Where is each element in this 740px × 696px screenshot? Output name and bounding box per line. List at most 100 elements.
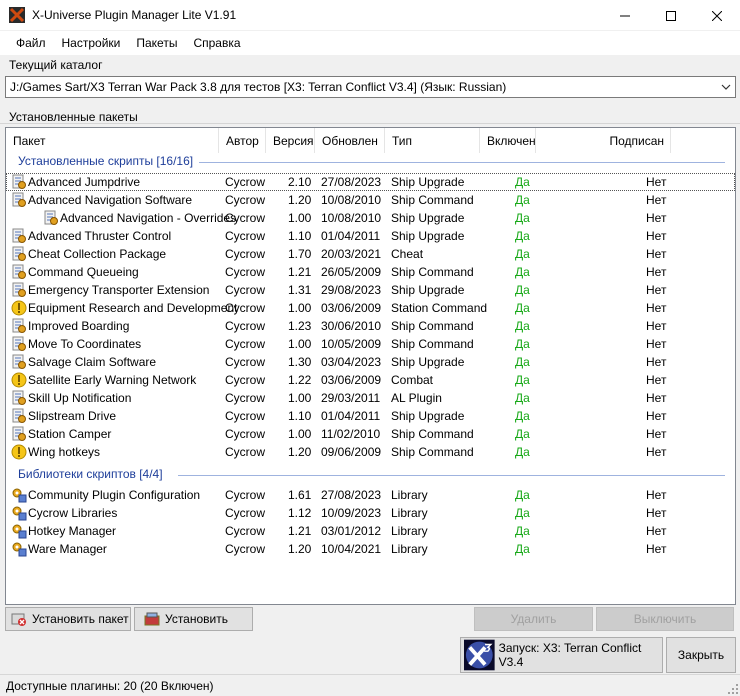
- package-version: 1.00: [288, 337, 312, 351]
- remove-button[interactable]: Удалить: [474, 607, 593, 631]
- package-updated: 10/05/2009: [321, 337, 382, 351]
- menu-file[interactable]: Файл: [8, 36, 54, 50]
- package-name: Wing hotkeys: [28, 445, 101, 459]
- column-header-author[interactable]: Автор: [219, 128, 266, 153]
- remove-label: Удалить: [510, 612, 557, 626]
- status-text: Доступные плагины: 20 (20 Включен): [6, 678, 214, 693]
- group-header[interactable]: Библиотеки скриптов [4/4]: [18, 467, 163, 481]
- resize-grip-icon[interactable]: [728, 684, 738, 694]
- list-item[interactable]: Wing hotkeys Cycrow 1.20 09/06/2009 Ship Com…: [6, 443, 735, 461]
- package-type: Library: [391, 542, 428, 556]
- column-header-package[interactable]: Пакет: [6, 128, 219, 153]
- column-header-version[interactable]: Версия: [266, 128, 315, 153]
- package-updated: 10/09/2023: [321, 506, 382, 520]
- package-list[interactable]: Пакет Автор Версия Обновлен Тип Включен …: [5, 127, 736, 605]
- package-enabled: Да: [515, 542, 530, 556]
- list-item[interactable]: Ware Manager Cycrow 1.20 10/04/2021 Library Д…: [6, 540, 735, 558]
- package-signed: Нет: [646, 373, 667, 387]
- package-signed: Нет: [646, 542, 667, 556]
- list-item[interactable]: Skill Up Notification Cycrow 1.00 29/03/201…: [6, 389, 735, 407]
- maximize-button[interactable]: [648, 0, 694, 31]
- list-item[interactable]: Community Plugin Configuration Cycrow 1.61…: [6, 486, 735, 504]
- package-updated: 10/04/2021: [321, 542, 382, 556]
- script-icon: [44, 210, 58, 225]
- group-divider: [178, 475, 725, 476]
- package-author: Cycrow: [225, 506, 266, 520]
- list-item[interactable]: Equipment Research and Development Cycrow…: [6, 299, 735, 317]
- list-item[interactable]: Advanced Jumpdrive Cycrow 2.10 27/08/2023 Sh…: [6, 173, 735, 191]
- package-author: Cycrow: [225, 283, 266, 297]
- package-enabled: Да: [515, 488, 530, 502]
- package-enabled: Да: [515, 373, 530, 387]
- package-version: 1.61: [288, 488, 312, 502]
- package-type: Ship Upgrade: [391, 229, 465, 243]
- list-item[interactable]: Advanced Navigation Software Cycrow 1.20 10…: [6, 191, 735, 209]
- package-type: Cheat: [391, 247, 424, 261]
- list-item[interactable]: Move To Coordinates Cycrow 1.00 10/05/2009 S…: [6, 335, 735, 353]
- menu-settings[interactable]: Настройки: [54, 36, 129, 50]
- close-label: Закрыть: [677, 648, 725, 662]
- menu-bar: Файл Настройки Пакеты Справка: [0, 31, 740, 55]
- close-button[interactable]: Закрыть: [666, 637, 736, 673]
- package-signed: Нет: [646, 524, 667, 538]
- script-icon: [12, 336, 26, 351]
- package-enabled: Да: [515, 301, 530, 315]
- column-header-signed[interactable]: Подписан: [536, 128, 671, 153]
- script-icon: [12, 228, 26, 243]
- package-type: Ship Command: [391, 193, 474, 207]
- package-enabled: Да: [515, 506, 530, 520]
- install-button[interactable]: Установить: [134, 607, 253, 631]
- package-signed: Нет: [646, 391, 667, 405]
- column-header-type[interactable]: Тип: [385, 128, 480, 153]
- package-name: Cycrow Libraries: [28, 506, 118, 520]
- list-item[interactable]: Salvage Claim Software Cycrow 1.30 03/04/20…: [6, 353, 735, 371]
- package-type: Combat: [391, 373, 434, 387]
- column-header-updated[interactable]: Обновлен: [315, 128, 385, 153]
- disable-button[interactable]: Выключить: [596, 607, 734, 631]
- package-updated: 01/04/2011: [321, 229, 381, 243]
- list-item[interactable]: Station Camper Cycrow 1.00 11/02/2010 Ship C…: [6, 425, 735, 443]
- group-header[interactable]: Установленные скрипты [16/16]: [18, 154, 193, 168]
- list-item[interactable]: Hotkey Manager Cycrow 1.21 03/01/2012 Librar…: [6, 522, 735, 540]
- list-item[interactable]: Cheat Collection Package Cycrow 1.70 20/03/…: [6, 245, 735, 263]
- package-author: Cycrow: [225, 409, 266, 423]
- menu-help[interactable]: Справка: [185, 36, 248, 50]
- package-author: Cycrow: [225, 193, 266, 207]
- close-window-button[interactable]: [694, 0, 740, 31]
- package-version: 1.30: [288, 355, 312, 369]
- package-version: 1.31: [288, 283, 312, 297]
- list-item[interactable]: Satellite Early Warning Network Cycrow 1.2…: [6, 371, 735, 389]
- catalog-select[interactable]: J:/Games Sart/X3 Terran War Pack 3.8 для…: [5, 76, 736, 98]
- package-author: Cycrow: [225, 445, 266, 459]
- install-package-button[interactable]: Установить пакет: [5, 607, 131, 631]
- package-enabled: Да: [515, 524, 530, 538]
- package-version: 1.12: [288, 506, 312, 520]
- list-item[interactable]: Emergency Transporter Extension Cycrow 1.3…: [6, 281, 735, 299]
- list-item[interactable]: Slipstream Drive Cycrow 1.10 01/04/2011 Ship…: [6, 407, 735, 425]
- x3-logo-icon: [464, 639, 495, 671]
- package-name: Satellite Early Warning Network: [28, 373, 197, 387]
- minimize-button[interactable]: [602, 0, 648, 31]
- package-name: Hotkey Manager: [28, 524, 117, 538]
- list-item[interactable]: Advanced Thruster Control Cycrow 1.10 01/04…: [6, 227, 735, 245]
- package-type: Ship Command: [391, 265, 474, 279]
- package-author: Cycrow: [225, 175, 266, 189]
- package-author: Cycrow: [225, 524, 266, 538]
- package-updated: 20/03/2021: [321, 247, 382, 261]
- package-version: 1.20: [288, 542, 312, 556]
- list-item[interactable]: Command Queueing Cycrow 1.21 26/05/2009 Ship…: [6, 263, 735, 281]
- package-updated: 27/08/2023: [321, 175, 382, 189]
- package-enabled: Да: [515, 247, 530, 261]
- package-updated: 03/06/2009: [321, 373, 382, 387]
- script-icon: [12, 264, 26, 279]
- list-item[interactable]: Advanced Navigation - Overrides Cycrow 1.0…: [6, 209, 735, 227]
- package-name: Advanced Navigation Software: [28, 193, 193, 207]
- list-item[interactable]: Cycrow Libraries Cycrow 1.12 10/09/2023 Libr…: [6, 504, 735, 522]
- menu-packages[interactable]: Пакеты: [128, 36, 185, 50]
- launch-game-button[interactable]: Запуск: X3: Terran Conflict V3.4: [460, 637, 663, 673]
- catalog-value: J:/Games Sart/X3 Terran War Pack 3.8 для…: [10, 80, 507, 94]
- package-version: 1.70: [288, 247, 312, 261]
- list-item[interactable]: Improved Boarding Cycrow 1.23 30/06/2010 Shi…: [6, 317, 735, 335]
- package-name: Improved Boarding: [28, 319, 130, 333]
- column-header-enabled[interactable]: Включен: [480, 128, 536, 153]
